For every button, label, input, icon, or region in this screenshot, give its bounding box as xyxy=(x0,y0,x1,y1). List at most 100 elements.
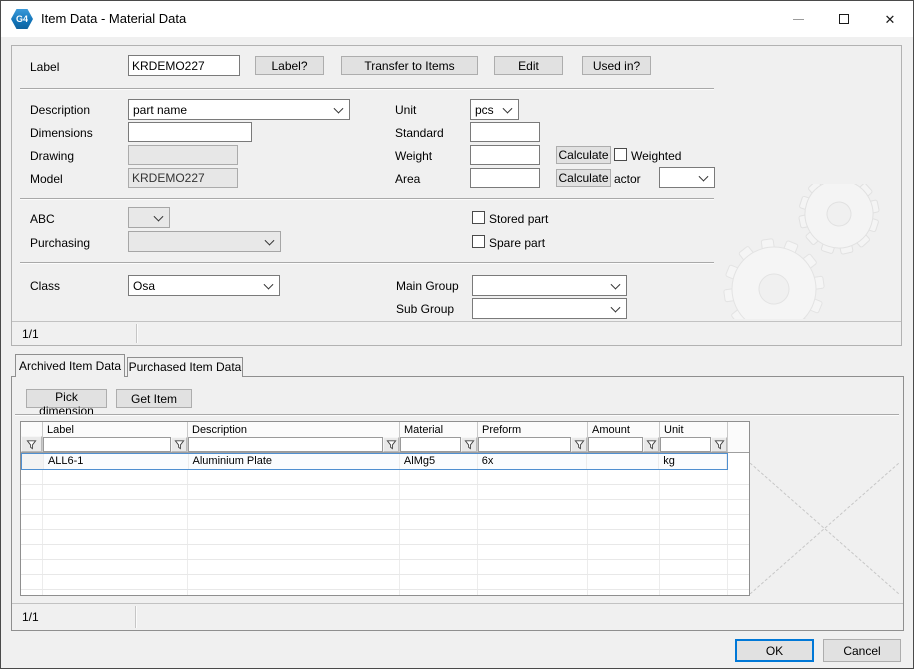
filter-funnel-icon xyxy=(714,439,725,450)
app-icon: G4 xyxy=(11,9,33,29)
grid-column-label[interactable]: Label xyxy=(43,422,188,452)
filter-funnel-icon xyxy=(386,439,397,450)
divider xyxy=(135,606,137,628)
transfer-to-items-button[interactable]: Transfer to Items xyxy=(341,56,478,75)
weighted-checkbox[interactable] xyxy=(614,148,627,161)
filter-funnel-icon xyxy=(464,439,475,450)
drawing-label: Drawing xyxy=(30,149,74,163)
filter-funnel-icon xyxy=(26,439,37,450)
factor-combobox[interactable] xyxy=(659,167,715,188)
chevron-down-icon xyxy=(503,103,513,113)
pick-dimension-button[interactable]: Pick dimension xyxy=(26,389,107,408)
area-label: Area xyxy=(395,172,420,186)
description-combobox[interactable]: part name xyxy=(128,99,350,120)
dimensions-input[interactable] xyxy=(128,122,252,142)
spare-part-label: Spare part xyxy=(489,236,545,250)
table-row[interactable]: ALL6-1 Aluminium Plate AlMg5 6x kg xyxy=(21,453,728,470)
calculate-weight-button[interactable]: Calculate xyxy=(556,146,611,164)
label-question-button[interactable]: Label? xyxy=(255,56,324,75)
spare-part-checkbox[interactable] xyxy=(472,235,485,248)
weight-input[interactable] xyxy=(470,145,540,165)
filter-funnel-icon xyxy=(646,439,657,450)
minimize-button[interactable] xyxy=(775,1,821,37)
get-item-button[interactable]: Get Item xyxy=(116,389,192,408)
maximize-button[interactable] xyxy=(821,1,867,37)
titlebar: G4 Item Data - Material Data ✕ xyxy=(1,1,913,37)
divider xyxy=(136,324,138,343)
unit-combobox[interactable]: pcs xyxy=(470,99,519,120)
main-group-label: Main Group xyxy=(396,279,459,293)
archived-items-grid: Label Description xyxy=(20,421,750,596)
description-label: Description xyxy=(30,103,90,117)
grid-filter-input-preform[interactable] xyxy=(478,437,571,452)
grid-column-preform[interactable]: Preform xyxy=(478,422,588,452)
filter-funnel-button[interactable] xyxy=(383,437,399,452)
filter-funnel-button[interactable] xyxy=(461,437,477,452)
filter-funnel-button[interactable] xyxy=(643,437,659,452)
tab-archived-item-data[interactable]: Archived Item Data xyxy=(15,354,125,377)
label-input[interactable] xyxy=(128,55,240,76)
maximize-icon xyxy=(839,14,849,24)
grid-filter-input-material[interactable] xyxy=(400,437,461,452)
drawing-input xyxy=(128,145,238,165)
separator xyxy=(20,198,714,200)
unit-label: Unit xyxy=(395,103,416,117)
sub-group-combobox[interactable] xyxy=(472,298,627,319)
stored-part-label: Stored part xyxy=(489,212,548,226)
ok-button[interactable]: OK xyxy=(735,639,814,662)
cell-material: AlMg5 xyxy=(400,454,478,469)
cell-description: Aluminium Plate xyxy=(189,454,400,469)
record-navigator-top: 1/1 xyxy=(12,321,901,345)
grid-column-material[interactable]: Material xyxy=(400,422,478,452)
chevron-down-icon xyxy=(611,279,621,289)
abc-label: ABC xyxy=(30,212,55,226)
purchasing-combobox[interactable] xyxy=(128,231,281,252)
close-icon: ✕ xyxy=(885,13,896,26)
minimize-icon xyxy=(793,19,804,20)
main-group-combobox[interactable] xyxy=(472,275,627,296)
class-label: Class xyxy=(30,279,60,293)
empty-row xyxy=(21,470,749,485)
cell-unit: kg xyxy=(659,454,727,469)
grid-header: Label Description xyxy=(21,422,749,453)
stored-part-checkbox[interactable] xyxy=(472,211,485,224)
purchasing-label: Purchasing xyxy=(30,236,90,250)
grid-column-unit[interactable]: Unit xyxy=(660,422,728,452)
filter-funnel-button[interactable] xyxy=(171,437,187,452)
grid-filter-input-label[interactable] xyxy=(43,437,171,452)
used-in-button[interactable]: Used in? xyxy=(582,56,651,75)
close-button[interactable]: ✕ xyxy=(867,1,913,37)
filter-funnel-button[interactable] xyxy=(21,436,42,452)
record-navigator-bottom: 1/1 xyxy=(12,603,903,630)
calculate-area-button[interactable]: Calculate xyxy=(556,169,611,187)
empty-picture-box xyxy=(750,463,899,594)
grid-filter-input-unit[interactable] xyxy=(660,437,711,452)
filter-funnel-button[interactable] xyxy=(711,437,727,452)
class-combobox[interactable]: Osa xyxy=(128,275,280,296)
tab-purchased-item-data[interactable]: Purchased Item Data xyxy=(127,357,243,377)
empty-row xyxy=(21,545,749,560)
chevron-down-icon xyxy=(611,302,621,312)
area-input[interactable] xyxy=(470,168,540,188)
label-label: Label xyxy=(30,60,59,74)
abc-combobox[interactable] xyxy=(128,207,170,228)
grid-filter-input-description[interactable] xyxy=(188,437,383,452)
separator xyxy=(15,414,899,416)
cancel-button[interactable]: Cancel xyxy=(823,639,901,662)
empty-row xyxy=(21,485,749,500)
edit-button[interactable]: Edit xyxy=(494,56,563,75)
grid-column-description[interactable]: Description xyxy=(188,422,400,452)
empty-row xyxy=(21,575,749,590)
grid-column-amount[interactable]: Amount xyxy=(588,422,660,452)
grid-selector-column-header xyxy=(21,422,43,452)
record-count-top: 1/1 xyxy=(22,327,39,341)
dialog-item-data-material-data: G4 Item Data - Material Data ✕ xyxy=(0,0,914,669)
standard-label: Standard xyxy=(395,126,444,140)
weighted-label: Weighted xyxy=(631,149,681,163)
filter-funnel-button[interactable] xyxy=(571,437,587,452)
empty-row xyxy=(21,515,749,530)
grid-filter-input-amount[interactable] xyxy=(588,437,643,452)
empty-row xyxy=(21,530,749,545)
standard-input[interactable] xyxy=(470,122,540,142)
separator xyxy=(20,262,714,264)
